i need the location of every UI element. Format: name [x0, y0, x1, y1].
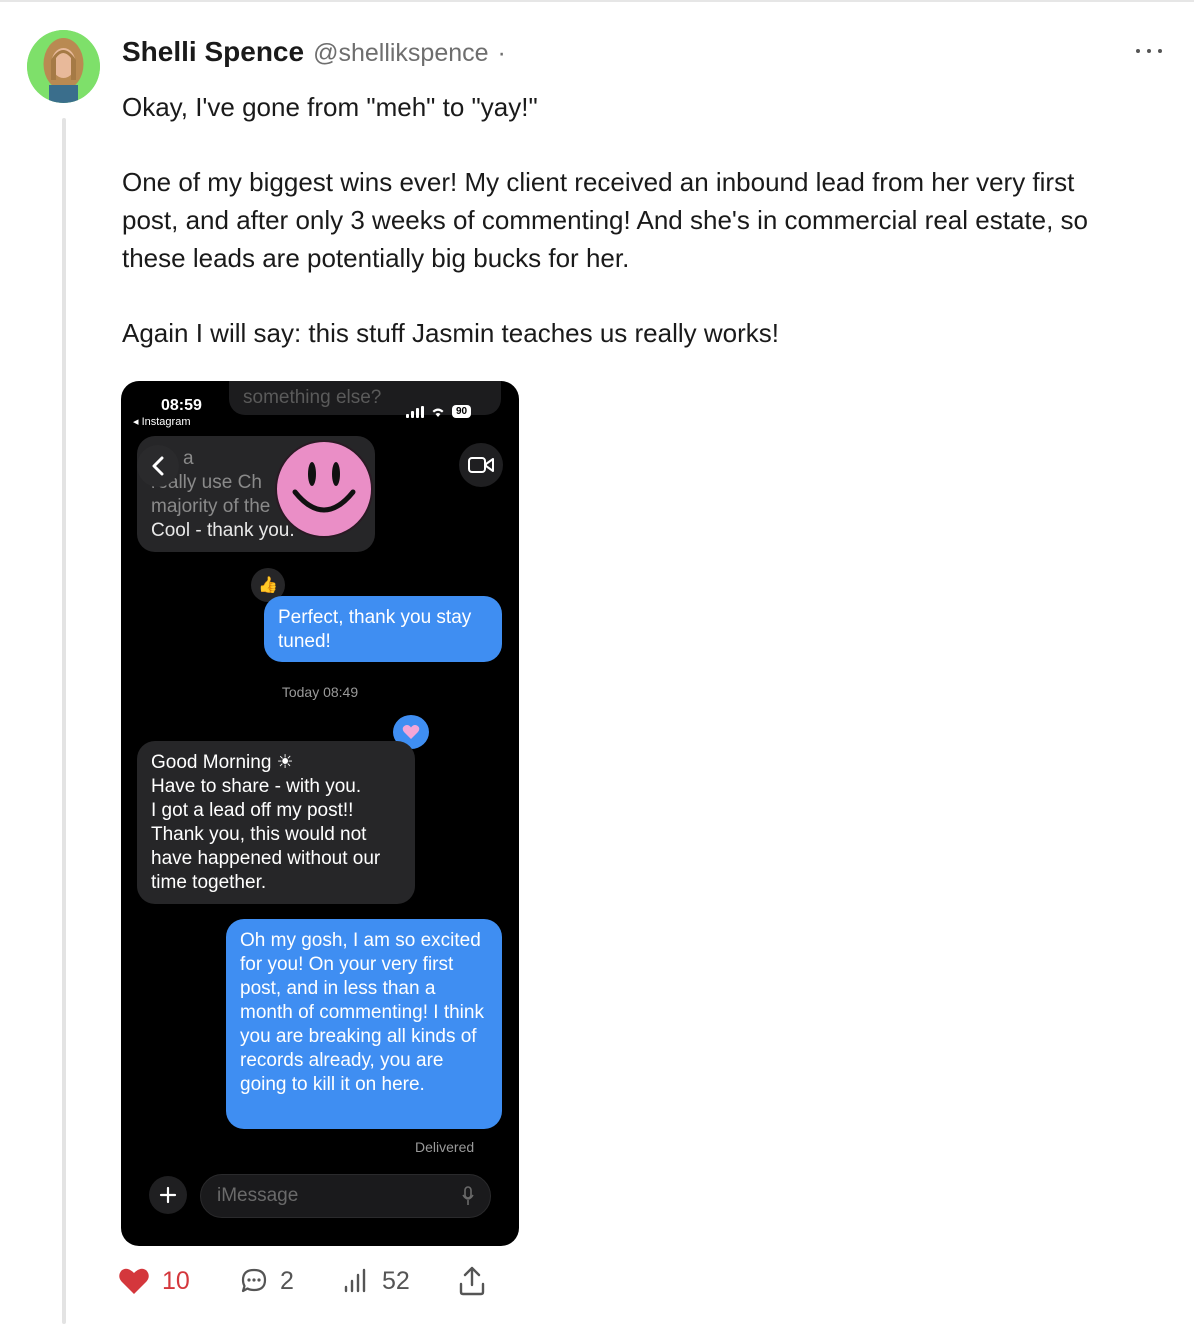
plus-icon[interactable] — [149, 1176, 187, 1214]
top-divider — [0, 0, 1194, 2]
imessage-input[interactable]: iMessage — [200, 1174, 491, 1218]
imessage-placeholder: iMessage — [217, 1185, 299, 1206]
message-line: have happened without our — [151, 848, 381, 869]
bar-chart-icon — [344, 1268, 366, 1293]
comment-icon — [241, 1268, 267, 1293]
share-button[interactable] — [456, 1265, 488, 1297]
post-header: Shelli Spence @shellikspence · — [122, 36, 506, 68]
message-line: Good Morning ☀ — [151, 752, 294, 773]
battery-indicator: 90 — [452, 405, 472, 418]
wifi-icon — [432, 408, 444, 417]
sent-message: Perfect, thank you stay tuned! — [264, 596, 502, 662]
message-line: time together. — [151, 872, 267, 893]
like-button[interactable]: 10 — [118, 1267, 190, 1296]
like-count: 10 — [162, 1266, 190, 1295]
reply-count: 2 — [280, 1266, 294, 1295]
heart-icon — [119, 1268, 149, 1294]
status-icons: 90 — [406, 405, 472, 418]
faded-message-text: something else? — [243, 387, 382, 408]
status-app-back: ◂ Instagram — [133, 416, 191, 428]
message-timestamp: Today 08:49 — [281, 684, 359, 700]
post-paragraph: Again I will say: this stuff Jasmin teac… — [122, 318, 779, 348]
author-name[interactable]: Shelli Spence — [122, 36, 304, 68]
dot — [1147, 49, 1151, 53]
separator-dot: · — [497, 39, 506, 67]
share-icon — [459, 1266, 485, 1296]
view-count: 52 — [382, 1266, 410, 1295]
message-line: I got a lead off my post!! — [151, 800, 354, 821]
reply-button[interactable]: 2 — [240, 1267, 294, 1296]
post-paragraph: One of my biggest wins ever! My client r… — [122, 167, 1088, 273]
message-line: Have to share - with you. — [151, 776, 362, 797]
post-body: Okay, I've gone from "meh" to "yay!" One… — [122, 88, 1132, 352]
dot — [1158, 49, 1162, 53]
microphone-icon[interactable] — [462, 1186, 474, 1206]
smiley-sticker — [275, 440, 373, 538]
message-line: Thank you, this would not — [151, 824, 367, 845]
message-line: a — [183, 448, 194, 469]
status-time: 08:59 — [161, 397, 202, 414]
video-call-icon[interactable] — [459, 443, 503, 487]
views-button[interactable]: 52 — [342, 1267, 410, 1296]
avatar[interactable] — [27, 30, 100, 103]
message-line: Cool - thank you. — [151, 520, 295, 541]
author-handle[interactable]: @shellikspence — [313, 39, 488, 68]
back-chevron-icon[interactable] — [137, 445, 179, 487]
post-paragraph: Okay, I've gone from "meh" to "yay!" — [122, 92, 538, 122]
message-line: majority of the — [151, 496, 271, 517]
received-message: Good Morning ☀ Have to share - with you.… — [137, 741, 415, 904]
more-dots-icon[interactable] — [1132, 38, 1166, 64]
attached-screenshot[interactable]: something else? 08:59 ◂ Instagram 90 a r… — [121, 381, 519, 1246]
signal-icon — [406, 405, 424, 418]
sent-message: Oh my gosh, I am so excited for you! On … — [226, 919, 502, 1129]
dot — [1136, 49, 1140, 53]
thread-line — [62, 118, 66, 1324]
delivered-status: Delivered — [415, 1139, 475, 1155]
